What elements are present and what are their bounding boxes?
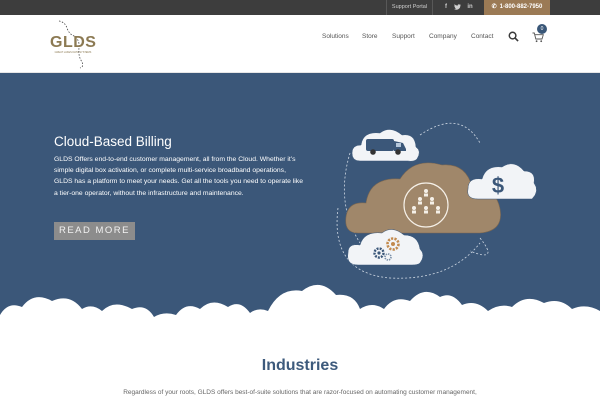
top-utility-bar: Support Portal f in ✆ 1-800-882-7950 [0, 0, 600, 15]
hero-description: GLDS Offers end-to-end customer manageme… [54, 156, 303, 197]
twitter-icon[interactable] [452, 0, 462, 15]
cloud-divider [0, 284, 600, 335]
read-more-button[interactable]: READ MORE [54, 222, 135, 240]
gears-cloud [347, 229, 424, 266]
hero-banner: Cloud-Based Billing GLDS Offers end-to-e… [0, 73, 600, 335]
industries-heading: Industries [261, 357, 339, 374]
logo-text: GLDS [50, 34, 97, 51]
site-header: GLDS GREAT LAKES DATA SYSTEMS Solutions … [0, 15, 600, 73]
phone-button[interactable]: ✆ 1-800-882-7950 [484, 0, 550, 15]
logo-subtext: GREAT LAKES DATA SYSTEMS [54, 51, 92, 54]
nav-company[interactable]: Company [429, 33, 457, 40]
cart-count-badge: 0 [537, 24, 547, 34]
dollar-cloud: $ [467, 163, 537, 200]
nav-support[interactable]: Support [392, 33, 415, 40]
facebook-icon[interactable]: f [441, 0, 451, 15]
search-icon[interactable] [508, 31, 519, 42]
phone-icon: ✆ [491, 4, 497, 10]
nav-solutions[interactable]: Solutions [322, 33, 349, 40]
phone-number: 1-800-882-7950 [499, 4, 543, 10]
support-portal-link[interactable]: Support Portal [386, 0, 433, 15]
nav-store[interactable]: Store [362, 33, 378, 40]
cloud-illustration: $ [336, 122, 537, 279]
hero-title: Cloud-Based Billing [54, 134, 172, 149]
industries-intro-text: Regardless of your roots, GLDS offers be… [123, 389, 477, 396]
linkedin-icon[interactable]: in [465, 0, 475, 15]
dollar-icon: $ [492, 173, 504, 198]
van-cloud [351, 129, 420, 162]
nav-contact[interactable]: Contact [471, 33, 493, 40]
glds-logo[interactable]: GLDS GREAT LAKES DATA SYSTEMS [47, 18, 97, 70]
